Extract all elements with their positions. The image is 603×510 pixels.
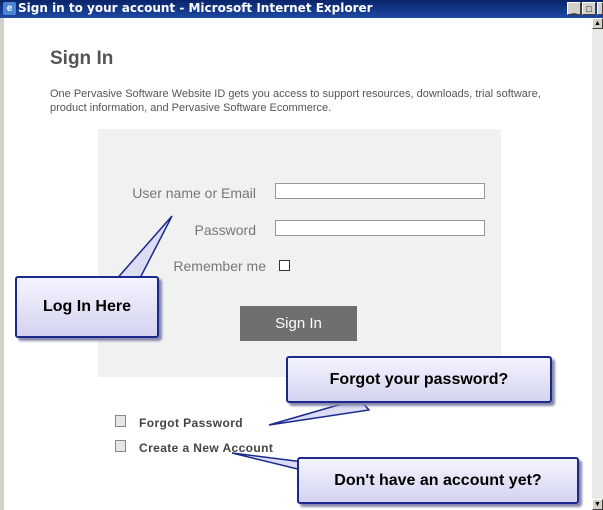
scroll-down-arrow[interactable]: ▼	[592, 499, 603, 510]
minimize-button[interactable]: _	[567, 2, 581, 15]
title-bar: e Sign in to your account - Microsoft In…	[0, 0, 603, 18]
no-account-callout: Don't have an account yet?	[297, 457, 579, 504]
login-callout: Log In Here	[15, 276, 159, 338]
callout-pointers	[112, 215, 371, 474]
window-title: Sign in to your account - Microsoft Inte…	[18, 1, 373, 15]
scroll-up-arrow[interactable]: ▲	[592, 18, 603, 29]
login-callout-pointer	[112, 215, 173, 283]
forgot-callout: Forgot your password?	[286, 356, 552, 403]
page-content: Sign In One Pervasive Software Website I…	[4, 18, 592, 510]
maximize-button[interactable]: □	[582, 2, 596, 15]
close-button[interactable]	[597, 2, 603, 15]
vertical-scrollbar[interactable]: ▲ ▼	[592, 18, 603, 510]
ie-icon: e	[3, 2, 16, 15]
